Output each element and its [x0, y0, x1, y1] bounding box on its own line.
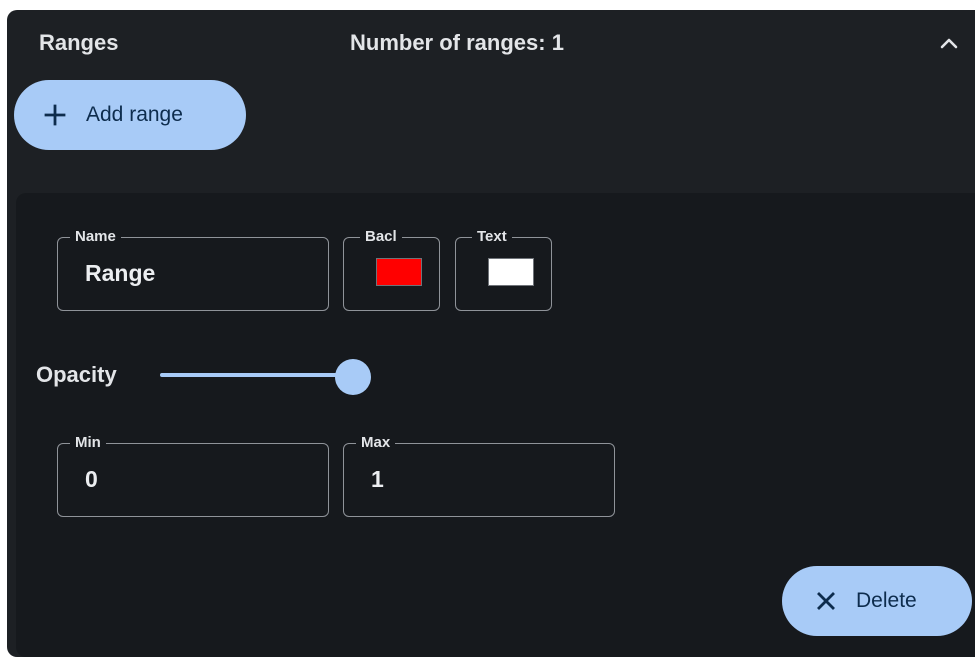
background-color-swatch[interactable] — [376, 258, 422, 286]
range-name-field[interactable]: Name Range — [57, 227, 329, 311]
opacity-slider-thumb[interactable] — [335, 359, 371, 395]
add-range-button[interactable]: Add range — [14, 80, 246, 150]
opacity-slider-track[interactable] — [160, 373, 353, 377]
text-color-field[interactable]: Text — [455, 227, 552, 311]
delete-label: Delete — [856, 589, 917, 612]
ranges-title: Ranges — [39, 30, 119, 55]
close-icon — [817, 592, 835, 610]
plus-icon — [44, 104, 66, 126]
min-label: Min — [70, 433, 106, 453]
delete-range-button[interactable]: Delete — [782, 566, 972, 636]
max-label: Max — [356, 433, 396, 453]
ranges-count: Number of ranges: 1 — [350, 30, 564, 55]
ranges-panel: Ranges Number of ranges: 1 Add range Nam… — [7, 10, 975, 657]
max-field[interactable]: Max 1 — [343, 433, 615, 517]
background-color-field[interactable]: Bacl — [343, 227, 440, 311]
min-field[interactable]: Min 0 — [57, 433, 329, 517]
max-value: 1 — [371, 466, 384, 492]
collapse-button[interactable] — [929, 28, 969, 58]
text-color-label: Text — [472, 227, 512, 247]
background-color-label: Bacl — [360, 227, 402, 247]
range-name-value: Range — [85, 260, 156, 286]
add-range-label: Add range — [86, 103, 183, 126]
opacity-label: Opacity — [36, 362, 117, 387]
min-value: 0 — [85, 466, 98, 492]
text-color-swatch[interactable] — [488, 258, 534, 286]
range-name-label: Name — [70, 227, 121, 247]
chevron-up-icon — [940, 38, 958, 49]
